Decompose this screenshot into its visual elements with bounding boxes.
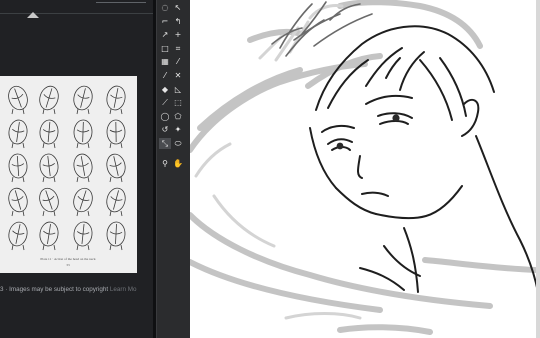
eyedropper-icon[interactable]: ⁄: [172, 56, 184, 67]
curve-icon[interactable]: ↗: [159, 29, 171, 40]
head-study-sketch: [73, 153, 93, 183]
lasso-fill-icon[interactable]: ↺: [159, 124, 171, 135]
image-preview-panel: Plate 11 · Action of the head on the nec…: [0, 0, 155, 338]
canvas-scroll-strip[interactable]: [536, 0, 540, 338]
eraser-icon[interactable]: ✕: [172, 70, 184, 81]
pen-cursor-icon[interactable]: ↖: [172, 2, 184, 13]
head-study-sketch: [106, 85, 126, 115]
head-study-sketch: [39, 85, 59, 115]
copyright-text: 3 · Images may be subject to copyright: [0, 286, 109, 293]
selected-result-pointer: [27, 12, 39, 18]
polygon-select-icon[interactable]: ⬠: [172, 111, 184, 122]
head-study-sketch: [73, 85, 93, 115]
line-icon[interactable]: ⟋: [159, 97, 171, 108]
head-study-sketch: [8, 119, 28, 149]
head-study-sketch: [39, 119, 59, 149]
head-study-sketch: [73, 221, 93, 251]
crop-icon[interactable]: ⌗: [172, 43, 184, 54]
head-study-sketch: [73, 187, 93, 217]
bucket-icon[interactable]: ◆: [159, 84, 171, 95]
head-study-sketch: [73, 119, 93, 149]
ellipse-select-icon[interactable]: ◯: [159, 111, 171, 122]
transform-icon[interactable]: ⤡: [159, 138, 171, 149]
reference-image-head-studies[interactable]: Plate 11 · Action of the head on the nec…: [0, 76, 137, 273]
ruler-icon[interactable]: ◺: [172, 84, 184, 95]
head-study-sketch: [39, 153, 59, 183]
head-study-sketch: [8, 187, 28, 217]
sketch-artwork: [190, 0, 539, 335]
rect-icon[interactable]: □: [159, 43, 171, 54]
head-study-sketch: [106, 221, 126, 251]
shape-icon[interactable]: ⬭: [172, 138, 184, 149]
tool-palette: ◌ ↖ ⌐ ↰ ↗ + □ ⌗ ▦ ⁄ ⁄ ✕ ◆ ◺ ⟋ ⬚ ◯ ⬠ ↺ ✦ ⤡ ⬭ ⚲ ✋: [156, 0, 190, 338]
reference-image-page-number: 33: [66, 263, 70, 267]
head-study-sketch: [8, 221, 28, 251]
head-study-sketch: [106, 153, 126, 183]
head-study-sketch: [8, 85, 28, 115]
reference-image-caption: Plate 11 · Action of the head on the nec…: [40, 257, 95, 261]
lasso-icon[interactable]: ◌: [159, 2, 171, 13]
learn-more-link[interactable]: Learn Mo: [110, 286, 137, 293]
marquee-icon[interactable]: ⬚: [172, 97, 184, 108]
brush-icon[interactable]: ⁄: [159, 70, 171, 81]
preview-top-divider: [96, 2, 146, 3]
polyline-icon[interactable]: ⌐: [159, 16, 171, 27]
zoom-icon[interactable]: ⚲: [159, 158, 171, 169]
drawing-canvas[interactable]: [190, 0, 540, 338]
head-study-sketch: [39, 187, 59, 217]
preview-top-bar: [0, 0, 155, 14]
hand-icon[interactable]: ✋: [172, 158, 184, 169]
move-icon[interactable]: +: [172, 29, 184, 40]
head-study-sketch: [106, 187, 126, 217]
freehand-select-icon[interactable]: ↰: [172, 16, 184, 27]
head-study-sketch: [39, 221, 59, 251]
head-study-sketch: [106, 119, 126, 149]
copyright-notice: 3 · Images may be subject to copyright L…: [0, 284, 155, 296]
head-study-sketch: [8, 153, 28, 183]
magic-wand-icon[interactable]: ✦: [172, 124, 184, 135]
gradient-icon[interactable]: ▦: [159, 56, 171, 67]
